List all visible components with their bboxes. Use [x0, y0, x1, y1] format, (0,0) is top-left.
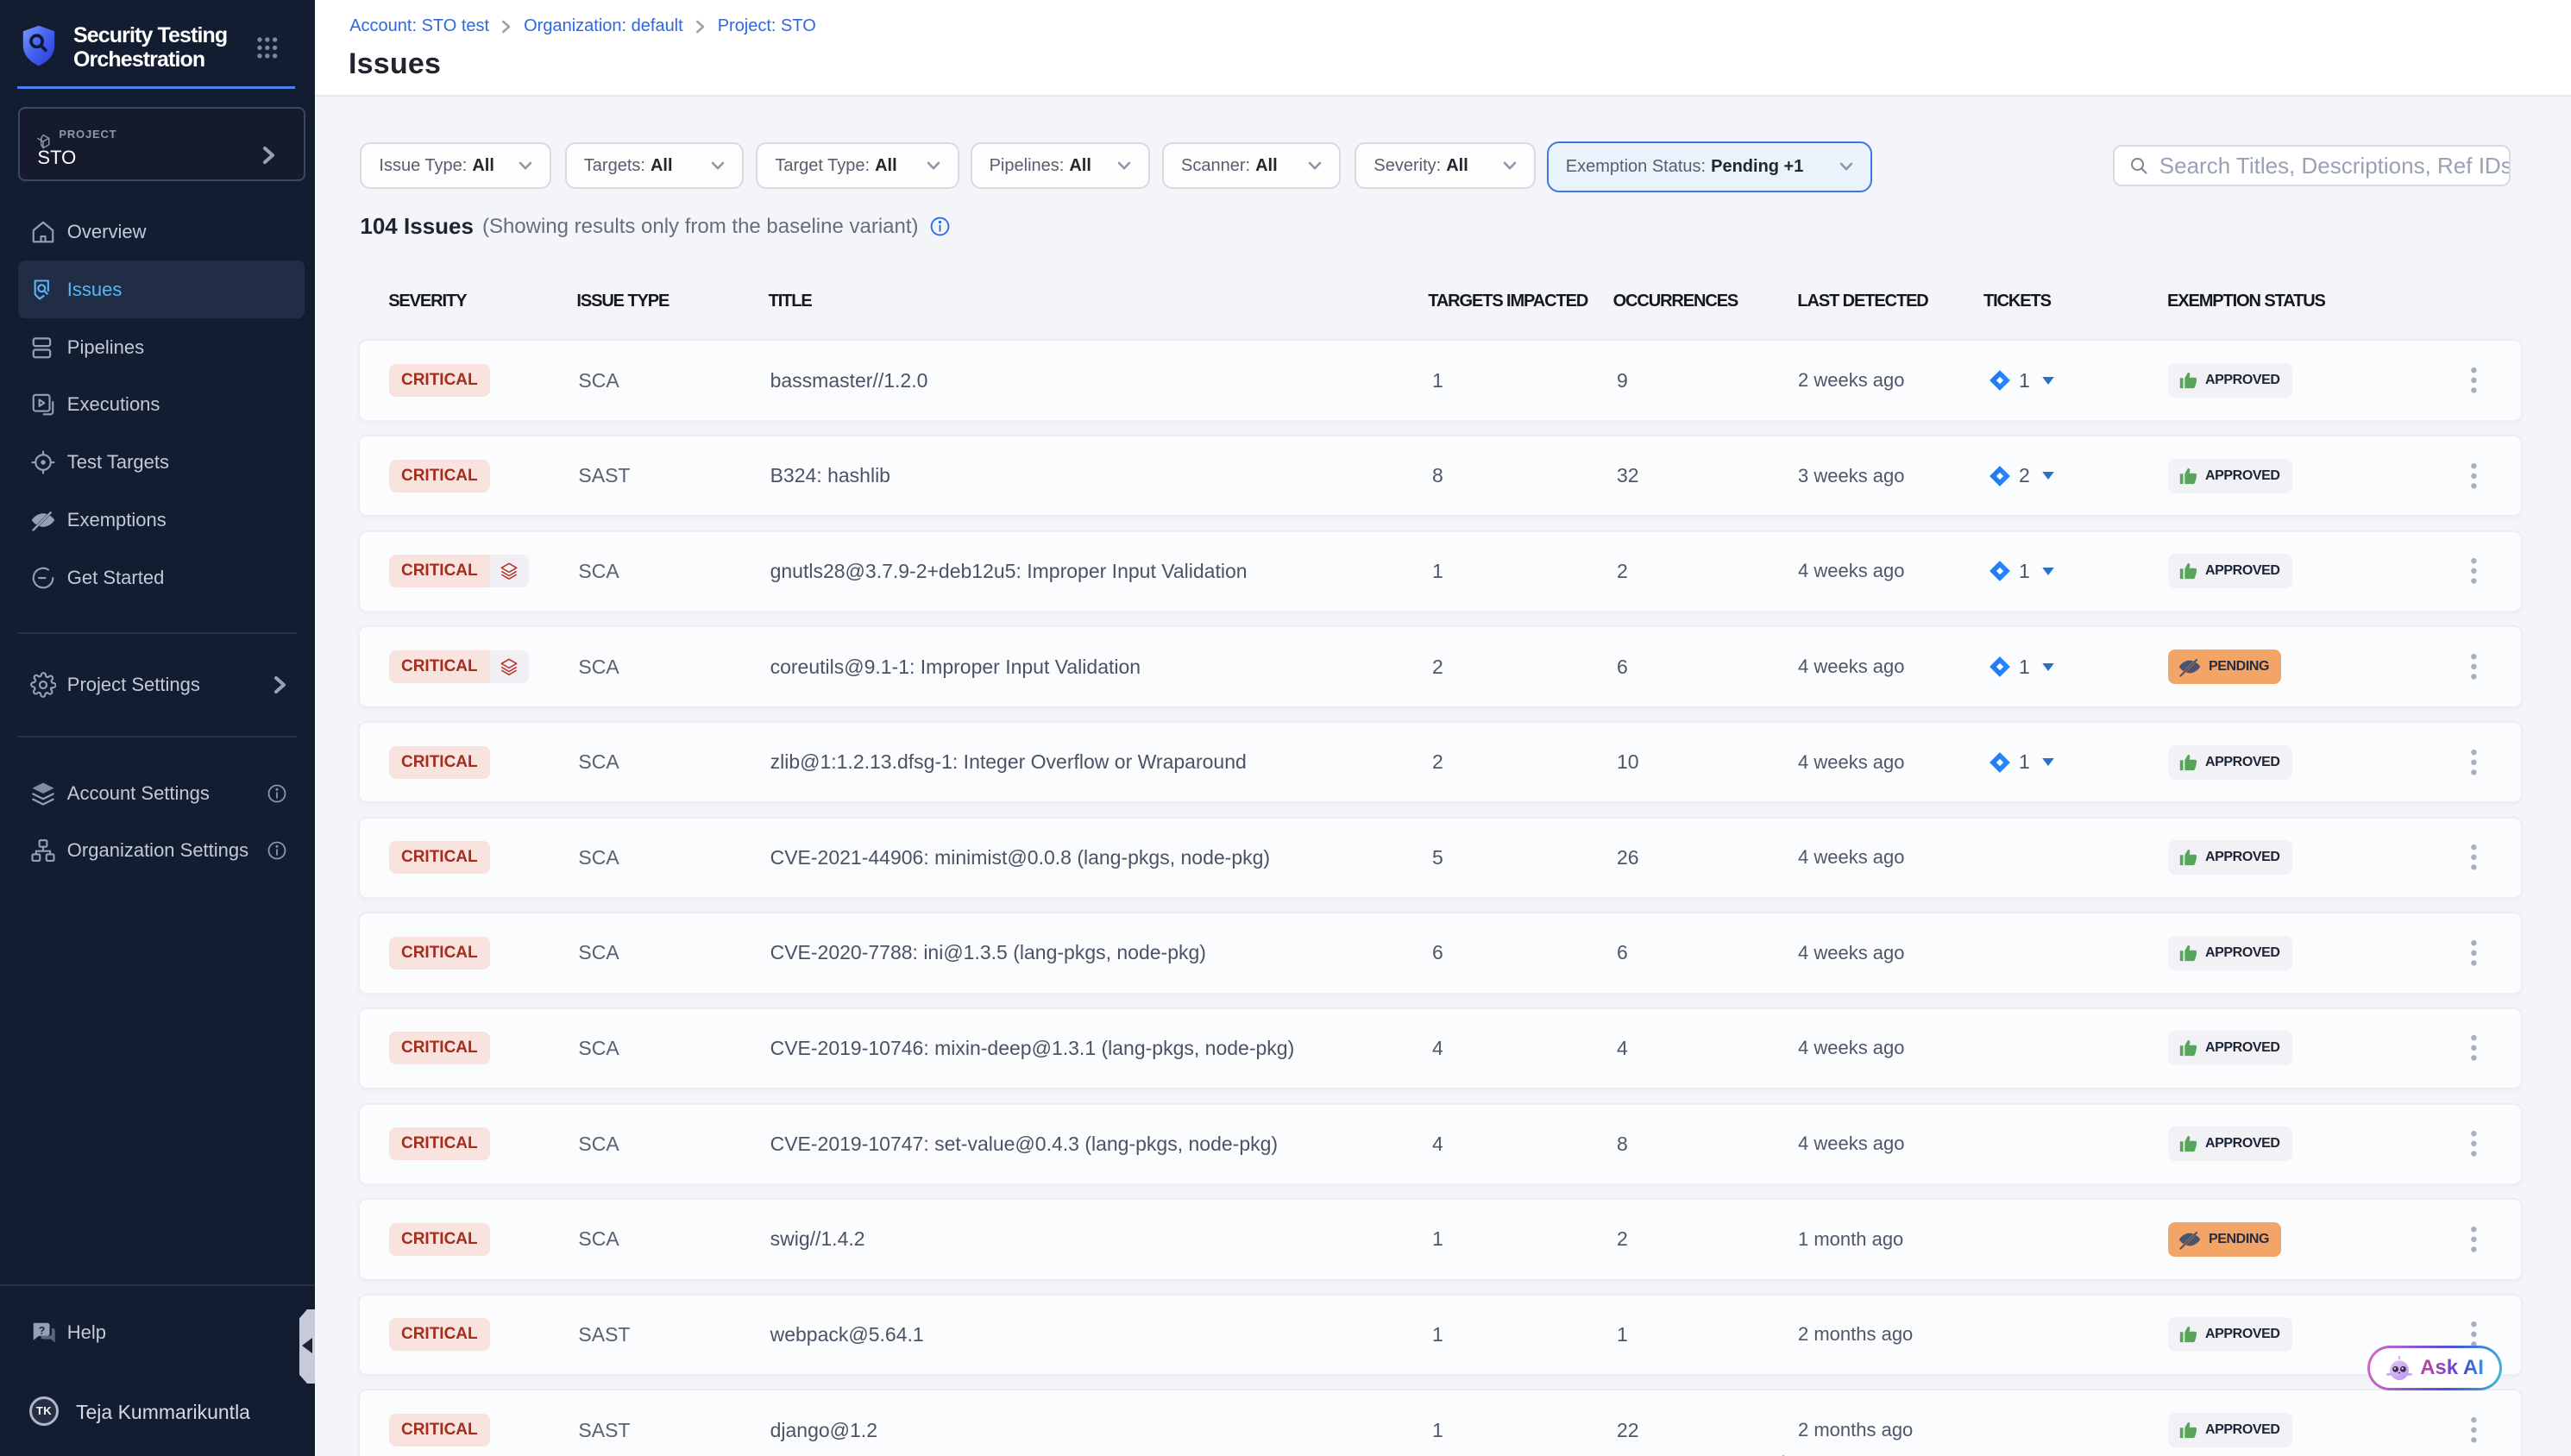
svg-text:?: ?	[39, 1325, 45, 1337]
